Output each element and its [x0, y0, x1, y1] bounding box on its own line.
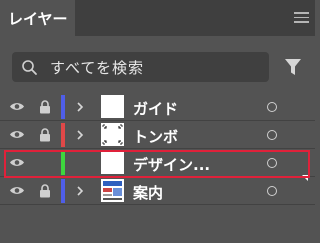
target-circle-icon[interactable]: [267, 186, 277, 196]
layer-list: ガイド トンボ デザイン... 案内: [0, 93, 315, 205]
layer-name[interactable]: 案内: [133, 182, 163, 203]
layer-color-bar: [61, 151, 65, 175]
target-circle-icon[interactable]: [267, 102, 277, 112]
search-icon: [22, 59, 37, 75]
lock-icon[interactable]: [39, 100, 51, 114]
layer-row[interactable]: ガイド: [0, 93, 315, 121]
layer-name[interactable]: ガイド: [133, 98, 178, 119]
crop-marks-thumbnail: [101, 123, 124, 146]
lock-icon[interactable]: [39, 128, 51, 142]
search-placeholder: すべてを検索: [50, 58, 145, 77]
layer-thumbnail: [101, 151, 124, 174]
target-circle-icon[interactable]: [267, 158, 277, 168]
eye-visibility-icon[interactable]: [9, 101, 25, 112]
filter-funnel-icon[interactable]: [284, 57, 302, 77]
layer-color-bar: [61, 95, 65, 119]
layer-color-bar: [61, 179, 65, 203]
eye-visibility-icon[interactable]: [9, 185, 25, 196]
layer-thumbnail: [101, 95, 124, 118]
lock-icon[interactable]: [39, 184, 51, 198]
layer-row[interactable]: トンボ: [0, 121, 315, 149]
tab-layers-label: レイヤー: [8, 9, 68, 28]
chevron-right-icon[interactable]: [76, 185, 84, 197]
layer-name[interactable]: デザイン...: [133, 154, 210, 175]
tab-layers[interactable]: レイヤー: [0, 0, 75, 36]
image-thumbnail: [101, 179, 124, 202]
chevron-right-icon[interactable]: [76, 129, 84, 141]
layer-name[interactable]: トンボ: [133, 126, 178, 147]
layer-row[interactable]: 案内: [0, 177, 315, 205]
chevron-right-icon[interactable]: [76, 101, 84, 113]
search-field[interactable]: すべてを検索: [12, 52, 269, 82]
eye-visibility-icon[interactable]: [9, 129, 25, 140]
hamburger-menu-icon[interactable]: [294, 12, 309, 23]
layers-panel: レイヤー すべてを検索 ガイド トンボ デザイン... 案内: [0, 0, 315, 243]
target-circle-icon[interactable]: [267, 130, 277, 140]
layer-row[interactable]: デザイン...: [0, 149, 315, 181]
panel-tab-bar: レイヤー: [0, 0, 315, 36]
eye-visibility-icon[interactable]: [9, 157, 25, 168]
layer-color-bar: [61, 123, 65, 147]
